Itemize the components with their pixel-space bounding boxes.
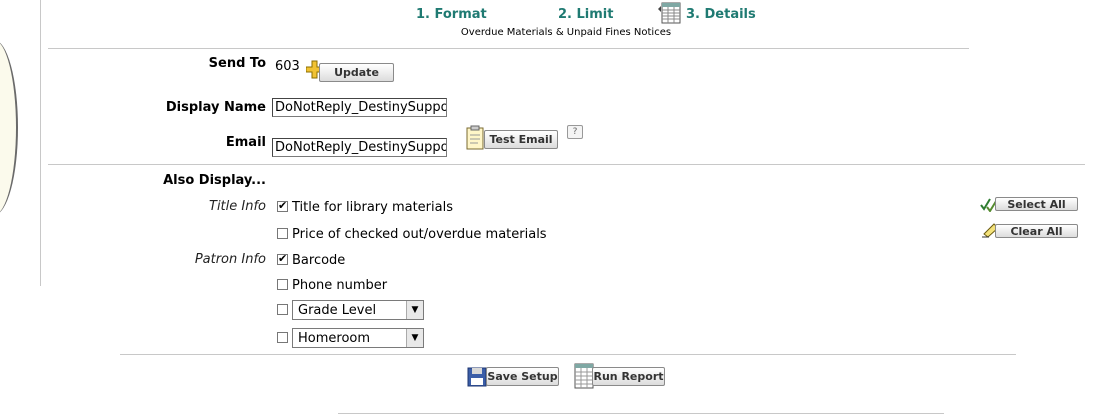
grade-level-select[interactable]: Grade Level ▼	[292, 300, 424, 320]
phone-checkbox[interactable]	[277, 279, 288, 290]
homeroom-value: Homeroom	[298, 330, 371, 346]
chevron-down-icon: ▼	[406, 329, 423, 347]
display-name-label: Display Name	[165, 100, 266, 115]
homeroom-select[interactable]: Homeroom ▼	[292, 328, 424, 348]
phone-option-label: Phone number	[292, 278, 388, 293]
title-checkbox[interactable]	[277, 199, 288, 212]
grade-level-value: Grade Level	[298, 302, 377, 318]
details-table-icon	[657, 1, 683, 25]
clear-all-button[interactable]: Clear All	[995, 224, 1078, 238]
save-setup-button[interactable]: Save Setup	[486, 367, 559, 386]
report-subtitle: Overdue Materials & Unpaid Fines Notices	[460, 27, 672, 38]
help-icon[interactable]: ?	[567, 125, 583, 139]
patron-info-label: Patron Info	[194, 252, 266, 267]
homeroom-checkbox[interactable]	[277, 332, 288, 343]
title-option-label: Title for library materials	[292, 200, 453, 215]
divider	[338, 413, 944, 414]
also-display-heading: Also Display...	[163, 173, 266, 188]
email-input[interactable]: DoNotReply_DestinySuppor	[272, 138, 447, 157]
divider	[48, 164, 1085, 165]
send-to-value: 603	[275, 59, 300, 74]
price-option-label: Price of checked out/overdue materials	[292, 227, 547, 242]
divider	[48, 48, 969, 49]
wizard-steps: 1. Format 2. Limit 3. Details	[0, 2, 1094, 27]
chevron-down-icon: ▼	[406, 301, 423, 319]
floppy-disk-icon	[466, 366, 488, 388]
barcode-option-label: Barcode	[292, 253, 346, 268]
title-info-label: Title Info	[209, 199, 266, 214]
sidebar-tab	[0, 40, 18, 215]
price-checkbox[interactable]	[277, 228, 288, 239]
send-to-label: Send To	[208, 56, 266, 71]
step-limit-link[interactable]: 2. Limit	[558, 7, 613, 22]
step-format-link[interactable]: 1. Format	[416, 7, 487, 22]
divider	[120, 354, 1016, 355]
left-sidebar-edge	[0, 0, 41, 286]
clipboard-icon	[465, 125, 485, 151]
test-email-button[interactable]: Test Email	[484, 130, 558, 149]
update-button[interactable]: Update	[319, 63, 394, 82]
email-label: Email	[225, 135, 266, 150]
step-details-current: 3. Details	[686, 7, 756, 22]
barcode-checkbox[interactable]	[277, 252, 288, 265]
grade-level-checkbox[interactable]	[277, 304, 288, 315]
run-report-button[interactable]: Run Report	[592, 367, 665, 386]
select-all-button[interactable]: Select All	[995, 197, 1078, 211]
display-name-input[interactable]: DoNotReply_DestinySuppor	[272, 98, 447, 117]
